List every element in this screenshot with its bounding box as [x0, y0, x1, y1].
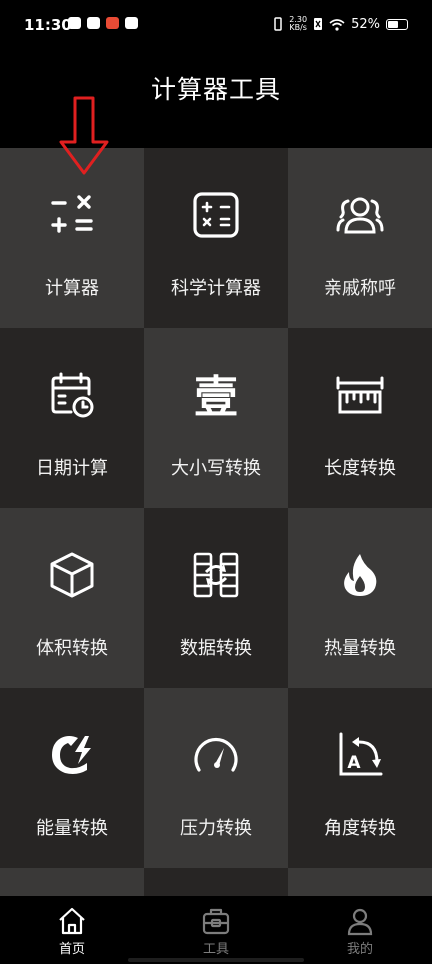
nav-home[interactable]: 首页: [0, 896, 144, 964]
tool-label: 大小写转换: [171, 458, 261, 479]
toolbox-icon: [202, 908, 230, 935]
tool-chinese-numeral-conversion[interactable]: 壹 大小写转换: [144, 328, 288, 508]
battery-percent: 52%: [351, 16, 380, 32]
status-bar: 11:30 2.30 KB/s 52%: [0, 0, 432, 50]
nav-tools[interactable]: 工具: [144, 896, 288, 964]
tool-angle-conversion[interactable]: A 角度转换: [288, 688, 432, 868]
vibrate-icon: [274, 17, 283, 31]
tool-grid: 计算器 科学计算器 亲戚称呼 日期计算 壹 大小写转换 长度转换 体积转换 数据…: [0, 148, 432, 896]
tool-heat-conversion[interactable]: 热量转换: [288, 508, 432, 688]
network-speed-unit: KB/s: [289, 23, 307, 32]
app-notification-icon: [87, 17, 100, 29]
tool-tile-partial[interactable]: [144, 868, 288, 896]
tool-pressure-conversion[interactable]: 压力转换: [144, 688, 288, 868]
tool-label: 数据转换: [180, 638, 252, 659]
nav-profile[interactable]: 我的: [288, 896, 432, 964]
flame-icon: [344, 554, 377, 596]
tool-energy-conversion[interactable]: 能量转换: [0, 688, 144, 868]
tool-data-conversion[interactable]: 数据转换: [144, 508, 288, 688]
app-notification-icon: [106, 17, 119, 29]
tool-relatives[interactable]: 亲戚称呼: [288, 148, 432, 328]
relatives-icon: [336, 197, 384, 234]
home-indicator: [128, 958, 304, 962]
scientific-calculator-icon: [193, 192, 239, 238]
gauge-icon: [194, 737, 238, 772]
battery-icon: [386, 18, 408, 30]
svg-text:壹: 壹: [194, 372, 238, 420]
calculator-symbols-icon: [51, 195, 93, 233]
tool-label: 能量转换: [36, 818, 108, 839]
ruler-icon: [336, 376, 384, 414]
app-notification-icon: [68, 17, 81, 29]
tool-label: 日期计算: [36, 458, 108, 479]
status-indicators: 2.30 KB/s 52%: [273, 16, 408, 32]
message-notification-icon: [125, 17, 138, 29]
chinese-numeral-icon: 壹: [194, 372, 238, 420]
svg-text:A: A: [347, 753, 361, 773]
sim-off-icon: [314, 18, 323, 30]
tool-date-calculation[interactable]: 日期计算: [0, 328, 144, 508]
tool-label: 长度转换: [324, 458, 396, 479]
tool-tile-partial[interactable]: [288, 868, 432, 896]
data-convert-icon: [193, 552, 239, 598]
calendar-clock-icon: [51, 372, 94, 418]
network-speed: 2.30 KB/s: [289, 16, 307, 32]
nav-label: 首页: [58, 942, 85, 957]
tool-volume-conversion[interactable]: 体积转换: [0, 508, 144, 688]
tool-label: 压力转换: [180, 818, 252, 839]
wifi-icon: [329, 18, 345, 31]
bottom-nav: 首页 工具 我的: [0, 896, 432, 964]
tool-label: 热量转换: [324, 638, 396, 659]
annotation-arrow-icon: [59, 96, 109, 175]
profile-icon: [347, 908, 373, 936]
tool-label: 计算器: [45, 278, 99, 299]
tool-tile-partial[interactable]: [0, 868, 144, 896]
tool-label: 角度转换: [324, 818, 396, 839]
nav-label: 我的: [346, 942, 373, 957]
home-icon: [59, 907, 85, 935]
tool-label: 体积转换: [36, 638, 108, 659]
tool-label: 亲戚称呼: [324, 278, 396, 299]
nav-label: 工具: [202, 942, 229, 957]
tool-label: 科学计算器: [171, 278, 261, 299]
tool-length-conversion[interactable]: 长度转换: [288, 328, 432, 508]
angle-icon: A: [339, 732, 383, 776]
status-time: 11:30: [24, 16, 72, 34]
energy-icon: [52, 736, 91, 774]
cube-icon: [50, 552, 94, 598]
tool-scientific-calculator[interactable]: 科学计算器: [144, 148, 288, 328]
notification-icons: [68, 17, 138, 29]
